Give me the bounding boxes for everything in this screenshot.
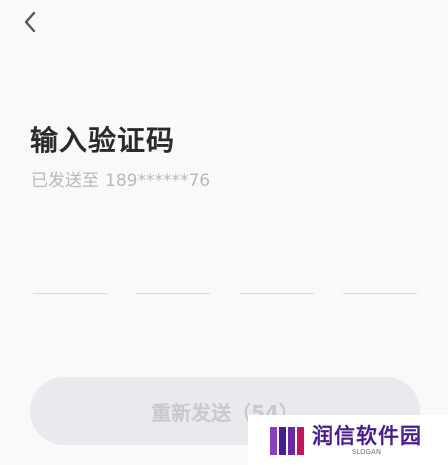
watermark-text: 润信软件园 SLOGAN <box>312 424 422 457</box>
back-button[interactable] <box>14 6 46 38</box>
watermark-name: 润信软件园 <box>312 423 422 448</box>
page-title: 输入验证码 <box>30 124 176 157</box>
watermark-logo-icon <box>270 427 304 455</box>
verification-screen: 输入验证码 已发送至 189******76 重新发送（54） 润信软件园 SLO… <box>0 0 448 465</box>
sent-to-text: 已发送至 189******76 <box>31 166 210 191</box>
code-input-1[interactable] <box>33 258 107 294</box>
code-input-4[interactable] <box>343 258 417 294</box>
watermark-slogan: SLOGAN <box>352 447 382 456</box>
code-input-2[interactable] <box>136 258 210 294</box>
sent-to-label: 已发送至 <box>31 171 99 191</box>
chevron-left-icon <box>24 11 36 33</box>
watermark: 润信软件园 SLOGAN <box>248 415 448 465</box>
code-input-3[interactable] <box>240 258 314 294</box>
masked-phone-number: 189******76 <box>105 171 211 191</box>
